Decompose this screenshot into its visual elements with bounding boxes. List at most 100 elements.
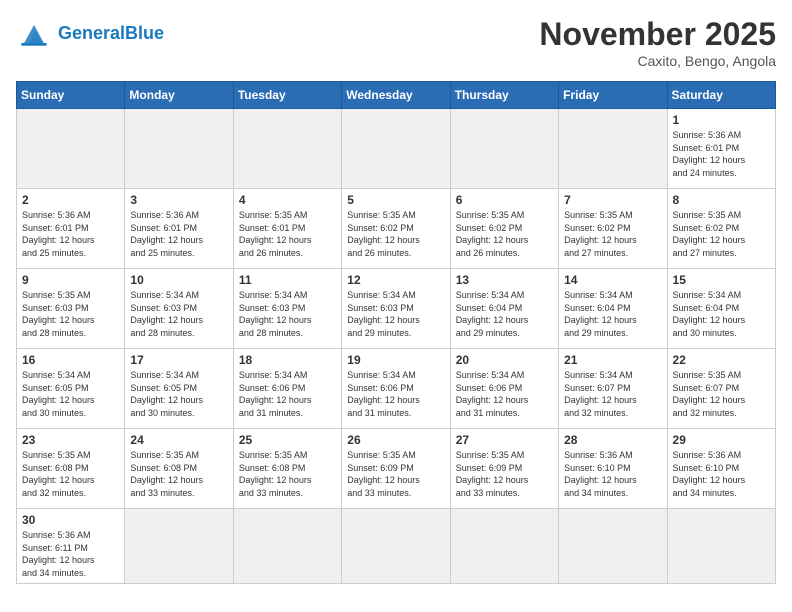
calendar-day: 9Sunrise: 5:35 AM Sunset: 6:03 PM Daylig… bbox=[17, 269, 125, 349]
calendar-day bbox=[450, 509, 558, 584]
calendar-day: 27Sunrise: 5:35 AM Sunset: 6:09 PM Dayli… bbox=[450, 429, 558, 509]
calendar-week-5: 23 Sunrise: 5:35 AM Sunset: 6:08 PM Dayli… bbox=[17, 429, 776, 509]
calendar-week-6: 30 Sunrise: 5:36 AM Sunset: 6:11 PM Dayli… bbox=[17, 509, 776, 584]
calendar-week-1: 1 Sunrise: 5:36 AM Sunset: 6:01 PM Daylig… bbox=[17, 109, 776, 189]
day-info: Sunrise: 5:36 AM Sunset: 6:11 PM Dayligh… bbox=[22, 529, 119, 579]
day-number: 10 bbox=[130, 273, 227, 287]
page-header: GeneralBlue November 2025 Caxito, Bengo,… bbox=[16, 16, 776, 69]
weekday-wednesday: Wednesday bbox=[342, 82, 450, 109]
calendar-day bbox=[233, 509, 341, 584]
calendar: SundayMondayTuesdayWednesdayThursdayFrid… bbox=[16, 81, 776, 584]
calendar-day: 3 Sunrise: 5:36 AM Sunset: 6:01 PM Daylig… bbox=[125, 189, 233, 269]
day-number: 12 bbox=[347, 273, 444, 287]
calendar-day: 18Sunrise: 5:34 AM Sunset: 6:06 PM Dayli… bbox=[233, 349, 341, 429]
calendar-day: 21Sunrise: 5:34 AM Sunset: 6:07 PM Dayli… bbox=[559, 349, 667, 429]
day-info: Sunrise: 5:35 AM Sunset: 6:02 PM Dayligh… bbox=[673, 209, 770, 259]
weekday-tuesday: Tuesday bbox=[233, 82, 341, 109]
day-info: Sunrise: 5:35 AM Sunset: 6:02 PM Dayligh… bbox=[347, 209, 444, 259]
calendar-day: 8Sunrise: 5:35 AM Sunset: 6:02 PM Daylig… bbox=[667, 189, 775, 269]
calendar-day bbox=[125, 509, 233, 584]
calendar-day: 14Sunrise: 5:34 AM Sunset: 6:04 PM Dayli… bbox=[559, 269, 667, 349]
day-info: Sunrise: 5:35 AM Sunset: 6:08 PM Dayligh… bbox=[239, 449, 336, 499]
calendar-day: 23 Sunrise: 5:35 AM Sunset: 6:08 PM Dayli… bbox=[17, 429, 125, 509]
calendar-week-2: 2 Sunrise: 5:36 AM Sunset: 6:01 PM Daylig… bbox=[17, 189, 776, 269]
day-info: Sunrise: 5:36 AM Sunset: 6:10 PM Dayligh… bbox=[564, 449, 661, 499]
day-number: 17 bbox=[130, 353, 227, 367]
day-number: 2 bbox=[22, 193, 119, 207]
weekday-saturday: Saturday bbox=[667, 82, 775, 109]
calendar-day: 13 Sunrise: 5:34 AM Sunset: 6:04 PM Dayli… bbox=[450, 269, 558, 349]
day-info: Sunrise: 5:35 AM Sunset: 6:02 PM Dayligh… bbox=[456, 209, 553, 259]
day-number: 23 bbox=[22, 433, 119, 447]
calendar-day: 11 Sunrise: 5:34 AM Sunset: 6:03 PM Dayli… bbox=[233, 269, 341, 349]
logo-text: GeneralBlue bbox=[58, 23, 164, 45]
calendar-day: 28Sunrise: 5:36 AM Sunset: 6:10 PM Dayli… bbox=[559, 429, 667, 509]
logo-general: General bbox=[58, 23, 125, 43]
calendar-header: SundayMondayTuesdayWednesdayThursdayFrid… bbox=[17, 82, 776, 109]
day-number: 21 bbox=[564, 353, 661, 367]
calendar-day bbox=[450, 109, 558, 189]
calendar-day: 24 Sunrise: 5:35 AM Sunset: 6:08 PM Dayli… bbox=[125, 429, 233, 509]
calendar-body: 1 Sunrise: 5:36 AM Sunset: 6:01 PM Daylig… bbox=[17, 109, 776, 584]
day-info: Sunrise: 5:34 AM Sunset: 6:06 PM Dayligh… bbox=[456, 369, 553, 419]
calendar-day: 25 Sunrise: 5:35 AM Sunset: 6:08 PM Dayli… bbox=[233, 429, 341, 509]
calendar-day bbox=[559, 109, 667, 189]
day-number: 13 bbox=[456, 273, 553, 287]
day-number: 24 bbox=[130, 433, 227, 447]
day-info: Sunrise: 5:35 AM Sunset: 6:07 PM Dayligh… bbox=[673, 369, 770, 419]
day-info: Sunrise: 5:35 AM Sunset: 6:01 PM Dayligh… bbox=[239, 209, 336, 259]
day-info: Sunrise: 5:34 AM Sunset: 6:05 PM Dayligh… bbox=[130, 369, 227, 419]
calendar-day: 7Sunrise: 5:35 AM Sunset: 6:02 PM Daylig… bbox=[559, 189, 667, 269]
day-number: 30 bbox=[22, 513, 119, 527]
calendar-day: 17 Sunrise: 5:34 AM Sunset: 6:05 PM Dayli… bbox=[125, 349, 233, 429]
day-info: Sunrise: 5:36 AM Sunset: 6:10 PM Dayligh… bbox=[673, 449, 770, 499]
month-title: November 2025 bbox=[539, 16, 776, 53]
calendar-day: 4 Sunrise: 5:35 AM Sunset: 6:01 PM Daylig… bbox=[233, 189, 341, 269]
day-number: 7 bbox=[564, 193, 661, 207]
calendar-day: 20 Sunrise: 5:34 AM Sunset: 6:06 PM Dayli… bbox=[450, 349, 558, 429]
day-number: 25 bbox=[239, 433, 336, 447]
calendar-day: 29Sunrise: 5:36 AM Sunset: 6:10 PM Dayli… bbox=[667, 429, 775, 509]
day-number: 15 bbox=[673, 273, 770, 287]
calendar-day: 26 Sunrise: 5:35 AM Sunset: 6:09 PM Dayli… bbox=[342, 429, 450, 509]
weekday-friday: Friday bbox=[559, 82, 667, 109]
calendar-week-4: 16Sunrise: 5:34 AM Sunset: 6:05 PM Dayli… bbox=[17, 349, 776, 429]
calendar-day bbox=[559, 509, 667, 584]
weekday-header-row: SundayMondayTuesdayWednesdayThursdayFrid… bbox=[17, 82, 776, 109]
calendar-day bbox=[342, 109, 450, 189]
day-number: 1 bbox=[673, 113, 770, 127]
day-info: Sunrise: 5:34 AM Sunset: 6:06 PM Dayligh… bbox=[239, 369, 336, 419]
day-number: 19 bbox=[347, 353, 444, 367]
calendar-day: 19Sunrise: 5:34 AM Sunset: 6:06 PM Dayli… bbox=[342, 349, 450, 429]
day-info: Sunrise: 5:36 AM Sunset: 6:01 PM Dayligh… bbox=[130, 209, 227, 259]
day-info: Sunrise: 5:34 AM Sunset: 6:04 PM Dayligh… bbox=[564, 289, 661, 339]
weekday-thursday: Thursday bbox=[450, 82, 558, 109]
day-number: 20 bbox=[456, 353, 553, 367]
day-number: 26 bbox=[347, 433, 444, 447]
day-info: Sunrise: 5:35 AM Sunset: 6:09 PM Dayligh… bbox=[456, 449, 553, 499]
day-info: Sunrise: 5:36 AM Sunset: 6:01 PM Dayligh… bbox=[22, 209, 119, 259]
weekday-sunday: Sunday bbox=[17, 82, 125, 109]
calendar-week-3: 9Sunrise: 5:35 AM Sunset: 6:03 PM Daylig… bbox=[17, 269, 776, 349]
calendar-day: 15 Sunrise: 5:34 AM Sunset: 6:04 PM Dayli… bbox=[667, 269, 775, 349]
day-info: Sunrise: 5:34 AM Sunset: 6:04 PM Dayligh… bbox=[673, 289, 770, 339]
logo-icon bbox=[16, 16, 52, 52]
calendar-day bbox=[667, 509, 775, 584]
weekday-monday: Monday bbox=[125, 82, 233, 109]
day-number: 4 bbox=[239, 193, 336, 207]
day-info: Sunrise: 5:34 AM Sunset: 6:05 PM Dayligh… bbox=[22, 369, 119, 419]
day-info: Sunrise: 5:35 AM Sunset: 6:09 PM Dayligh… bbox=[347, 449, 444, 499]
day-number: 3 bbox=[130, 193, 227, 207]
day-info: Sunrise: 5:34 AM Sunset: 6:03 PM Dayligh… bbox=[239, 289, 336, 339]
calendar-day bbox=[17, 109, 125, 189]
calendar-day: 5Sunrise: 5:35 AM Sunset: 6:02 PM Daylig… bbox=[342, 189, 450, 269]
title-block: November 2025 Caxito, Bengo, Angola bbox=[539, 16, 776, 69]
day-number: 9 bbox=[22, 273, 119, 287]
day-info: Sunrise: 5:35 AM Sunset: 6:08 PM Dayligh… bbox=[130, 449, 227, 499]
logo-blue: Blue bbox=[125, 23, 164, 43]
day-number: 11 bbox=[239, 273, 336, 287]
day-number: 22 bbox=[673, 353, 770, 367]
day-info: Sunrise: 5:34 AM Sunset: 6:04 PM Dayligh… bbox=[456, 289, 553, 339]
day-info: Sunrise: 5:36 AM Sunset: 6:01 PM Dayligh… bbox=[673, 129, 770, 179]
day-info: Sunrise: 5:35 AM Sunset: 6:08 PM Dayligh… bbox=[22, 449, 119, 499]
